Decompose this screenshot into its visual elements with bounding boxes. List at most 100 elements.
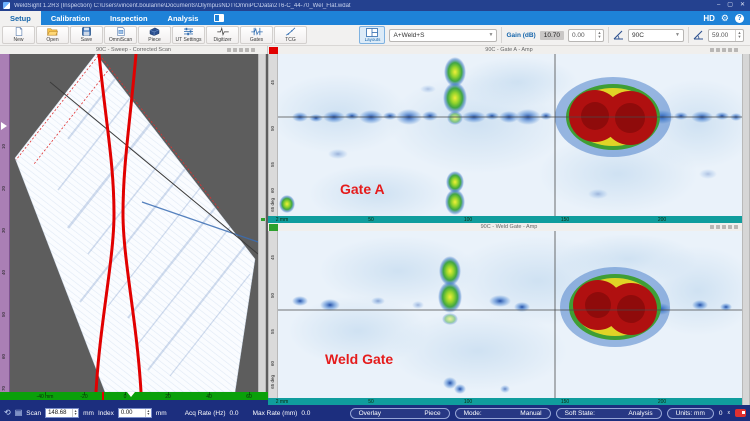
weld-gate-view-title: 90C - Weld Gate - Amp	[268, 224, 750, 230]
digitizer-waveform-icon	[216, 27, 230, 36]
gate-a-view-header: 90C - Gate A - Amp	[268, 46, 750, 54]
tab-setup[interactable]: Setup	[0, 11, 41, 25]
sweep-view-controls[interactable]	[227, 48, 255, 52]
sweep-scan-image[interactable]	[10, 54, 258, 392]
counter-unit: x	[728, 410, 731, 416]
tcg-button[interactable]: TCG	[274, 26, 307, 44]
hd-badge: HD	[703, 14, 715, 23]
tab-calibration[interactable]: Calibration	[41, 11, 100, 25]
title-bar: WeldSight 1.2R3 (Inspection) C:\Users\vi…	[0, 0, 750, 11]
gain-value: 10.70	[540, 31, 564, 40]
piece-button[interactable]: Piece	[138, 26, 171, 44]
app-logo-icon	[3, 2, 10, 9]
max-rate-label: Max Rate (mm)	[253, 410, 298, 417]
connection-status-icon	[735, 409, 746, 417]
scroll-marker	[261, 218, 265, 221]
save-button[interactable]: Save	[70, 26, 103, 44]
angle-icon	[693, 30, 704, 40]
sweep-vertical-ruler[interactable]: 10 20 30 40 50 60 70 80	[0, 54, 10, 392]
red-indication-blob	[560, 267, 670, 347]
beam-angle-icon	[613, 30, 624, 40]
scan-position-marker[interactable]	[1, 122, 7, 130]
beam-group-select[interactable]: 90C ▼	[628, 29, 684, 42]
separator	[608, 27, 609, 43]
index-label: Index	[98, 410, 114, 417]
omniscan-button[interactable]: OmniScan	[104, 26, 137, 44]
status-bar: ⟲ ▤ Scan 148.68 ▲▼ mm Index 0.00 ▲▼ mm A…	[0, 405, 750, 421]
spinner-arrows-icon[interactable]: ▲▼	[145, 409, 151, 417]
weld-gate-alarm-indicator	[269, 224, 278, 231]
soft-state-pill[interactable]: Soft State: Analysis	[556, 408, 662, 419]
gain-delta-stepper[interactable]: 0.00 ▲▼	[568, 29, 604, 42]
layout-preset-select[interactable]: A+Weld+S ▼	[389, 29, 497, 42]
max-rate-value: 0.0	[301, 410, 310, 417]
gate-a-annotation: Gate A	[340, 181, 385, 197]
ut-settings-sliders-icon	[182, 27, 195, 36]
acq-rate-label: Acq Rate (Hz)	[185, 410, 226, 417]
refresh-icon[interactable]: ⟲	[4, 407, 11, 419]
layouts-grid-icon	[366, 28, 378, 37]
tab-analysis[interactable]: Analysis	[158, 11, 209, 25]
window-title: WeldSight 1.2R3 (Inspection) C:\Users\vi…	[14, 3, 717, 9]
units-pill[interactable]: Units: mm	[667, 408, 714, 419]
gear-icon[interactable]: ⚙	[721, 11, 729, 25]
scan-unit: mm	[83, 410, 94, 417]
overlay-pill[interactable]: Overlay Piece	[350, 408, 450, 419]
mode-pill[interactable]: Mode: Manual	[455, 408, 551, 419]
gain-label: Gain (dB)	[506, 32, 535, 39]
layouts-button[interactable]: Layouts	[359, 26, 385, 44]
save-floppy-icon	[81, 27, 92, 36]
new-file-icon	[13, 27, 25, 36]
table-icon[interactable]: ▤	[15, 407, 23, 419]
gate-a-alarm-indicator	[269, 47, 278, 54]
spinner-arrows-icon[interactable]: ▲▼	[72, 409, 78, 417]
chevron-down-icon: ▼	[675, 32, 680, 38]
open-folder-icon	[46, 27, 59, 36]
scan-label: Scan	[26, 410, 41, 417]
weld-gate-view-controls[interactable]	[710, 225, 738, 229]
weld-gate-cscan[interactable]: Weld Gate	[278, 231, 742, 398]
separator	[688, 27, 689, 43]
right-scrollbar[interactable]	[742, 54, 750, 405]
acq-rate-value: 0.0	[230, 410, 239, 417]
new-button[interactable]: New	[2, 26, 35, 44]
gate-a-vertical-ruler[interactable]: 45 50 55 60 65 deg	[268, 54, 278, 216]
chevron-down-icon: ▼	[489, 32, 494, 38]
toolbar: New Open Save OmniScan Piece UT Settings…	[0, 25, 750, 46]
angle-stepper[interactable]: 59.00 ▲▼	[708, 29, 744, 42]
gates-button[interactable]: Gates	[240, 26, 273, 44]
sweep-scrollbar[interactable]	[258, 54, 266, 392]
weld-gate-view-header: 90C - Weld Gate - Amp	[268, 223, 750, 231]
gate-a-view-controls[interactable]	[710, 48, 738, 52]
omniscan-icon	[115, 27, 127, 36]
weld-gate-vertical-ruler[interactable]: 45 50 55 60 65 deg	[268, 231, 278, 398]
spinner-arrows-icon[interactable]: ▲▼	[735, 30, 743, 41]
index-position-input[interactable]: 0.00 ▲▼	[118, 408, 152, 418]
ut-settings-button[interactable]: UT Settings	[172, 26, 205, 44]
gate-a-horizontal-ruler[interactable]: 2 mm 50 100 150 200	[268, 216, 742, 223]
gates-icon	[250, 27, 264, 36]
panel-toggle-icon[interactable]	[214, 14, 224, 22]
weld-center-tick	[102, 392, 104, 400]
close-button[interactable]: ✕	[740, 0, 745, 11]
tab-inspection[interactable]: Inspection	[100, 11, 158, 25]
minimize-button[interactable]: –	[717, 0, 720, 11]
scan-position-input[interactable]: 148.68 ▲▼	[45, 408, 79, 418]
tcg-curve-icon	[284, 27, 297, 36]
counter-value: 0	[719, 410, 723, 417]
help-icon[interactable]: ?	[735, 14, 744, 23]
weld-gate-annotation: Weld Gate	[325, 351, 393, 367]
maximize-button[interactable]: ▢	[727, 0, 733, 11]
separator	[501, 27, 502, 43]
gate-a-view-title: 90C - Gate A - Amp	[268, 47, 750, 53]
index-cursor-marker[interactable]	[127, 392, 135, 397]
sweep-view-header: 90C - Sweep - Corrected Scan	[0, 46, 268, 54]
digitizer-button[interactable]: Digitizer	[206, 26, 239, 44]
gate-a-cscan[interactable]: Gate A	[278, 54, 742, 216]
index-unit: mm	[156, 410, 167, 417]
sweep-view-canvas[interactable]: 10 20 30 40 50 60 70 80	[0, 54, 268, 392]
open-button[interactable]: Open	[36, 26, 69, 44]
weld-gate-horizontal-ruler[interactable]: 2 mm 50 100 150 200	[268, 398, 742, 405]
menu-bar: Setup Calibration Inspection Analysis HD…	[0, 11, 750, 25]
spinner-arrows-icon[interactable]: ▲▼	[595, 30, 603, 41]
